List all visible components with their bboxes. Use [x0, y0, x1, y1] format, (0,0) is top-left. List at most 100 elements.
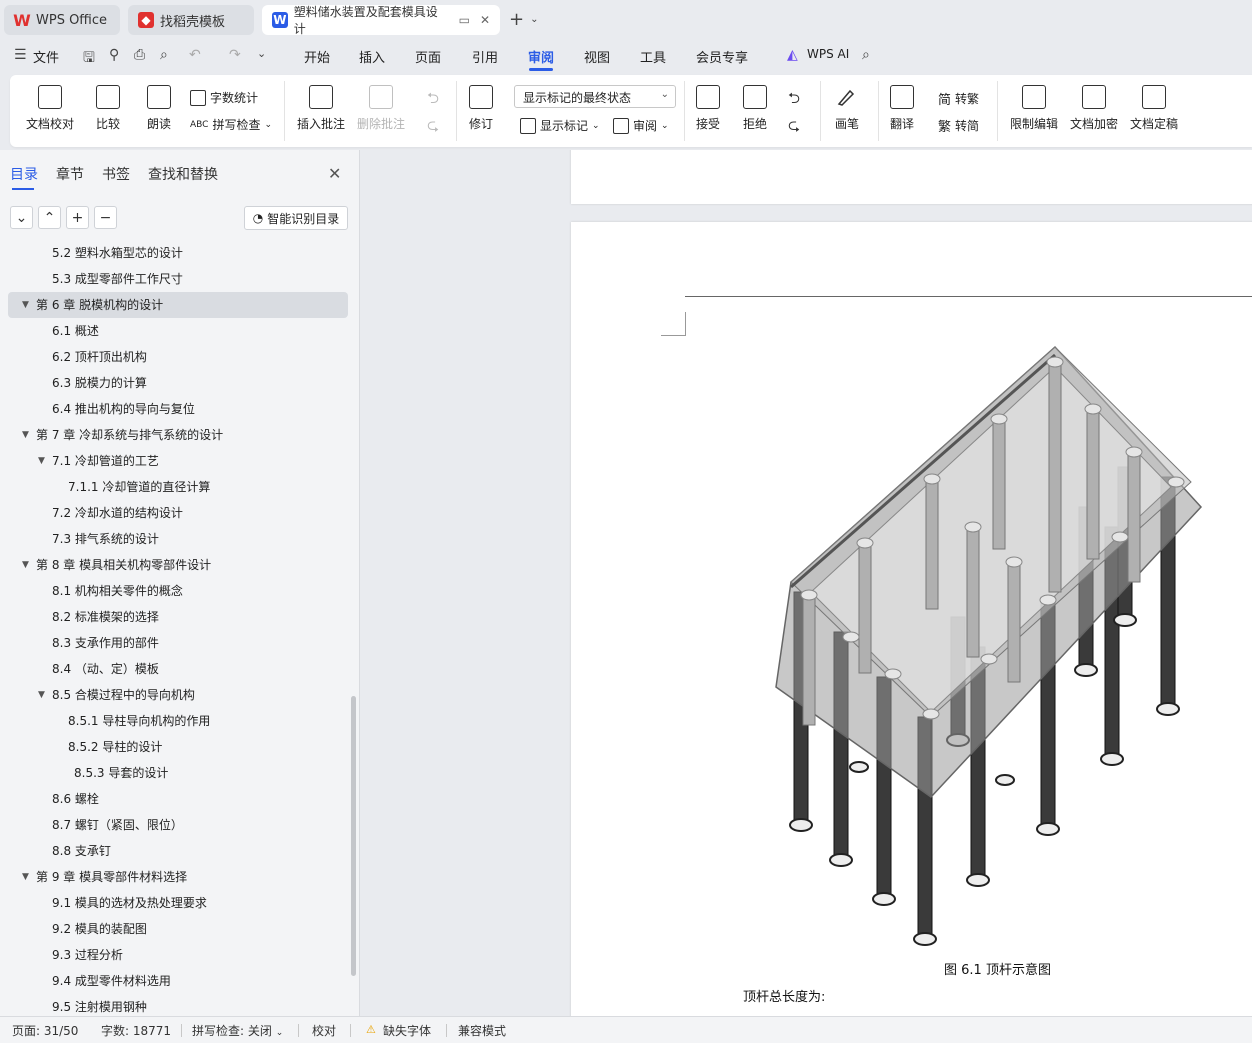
toc-item[interactable]: 8.4 （动、定）模板	[8, 656, 348, 682]
tab-template[interactable]: ◆ 找稻壳模板	[128, 5, 254, 35]
toc-item[interactable]: 6.1 概述	[8, 318, 348, 344]
toc-item[interactable]: 8.6 螺栓	[8, 786, 348, 812]
delete-comment-button[interactable]: 删除批注	[357, 85, 405, 132]
toc-item[interactable]: 8.1 机构相关零件的概念	[8, 578, 348, 604]
tab-wps-office[interactable]: W WPS Office	[4, 5, 120, 35]
hamburger-icon[interactable]: ☰	[14, 47, 27, 63]
nav-tab-chapters[interactable]: 章节	[56, 164, 84, 184]
toc-item[interactable]: ▼ 第 9 章 模具零部件材料选择	[8, 864, 348, 890]
tab-document[interactable]: W 塑料储水装置及配套模具设计 ▭ ✕	[262, 5, 500, 36]
toc-item[interactable]: 8.3 支承作用的部件	[8, 630, 348, 656]
menu-member[interactable]: 会员专享	[696, 47, 748, 66]
page-indicator[interactable]: 页面: 31/50	[12, 1022, 78, 1039]
accept-button[interactable]: 接受	[696, 85, 720, 132]
toc-item[interactable]: 7.2 冷却水道的结构设计	[8, 500, 348, 526]
toc-item[interactable]: 9.4 成型零件材料选用	[8, 968, 348, 994]
new-tab-button[interactable]: + ⌄	[509, 9, 538, 30]
toc-item[interactable]: 8.8 支承钉	[8, 838, 348, 864]
toc-item[interactable]: 8.5.3 导套的设计	[8, 760, 348, 786]
remove-heading-button[interactable]: −	[94, 206, 117, 229]
encrypt-button[interactable]: 文档加密	[1070, 85, 1118, 132]
document-area[interactable]: 图 6.1 顶杆示意图 顶杆总长度为:	[361, 150, 1252, 1016]
toc-item[interactable]: 9.2 模具的装配图	[8, 916, 348, 942]
next-comment-icon[interactable]: ⮎	[427, 115, 439, 140]
redo-icon[interactable]: ↷	[229, 47, 241, 63]
expand-triangle-icon[interactable]: ▼	[22, 422, 29, 448]
menu-file[interactable]: 文件	[33, 47, 59, 66]
previous-comment-icon[interactable]: ⮌	[427, 88, 439, 113]
menu-reference[interactable]: 引用	[472, 47, 498, 66]
toc-item[interactable]: 6.2 顶杆顶出机构	[8, 344, 348, 370]
toc-item[interactable]: ▼ 7.1 冷却管道的工艺	[8, 448, 348, 474]
smart-toc-button[interactable]: ◔ 智能识别目录	[244, 206, 348, 230]
to-simplified-button[interactable]: 繁 转简	[938, 116, 979, 135]
proofread-button[interactable]: 文档校对	[26, 85, 74, 132]
toc-item[interactable]: 6.4 推出机构的导向与复位	[8, 396, 348, 422]
expand-triangle-icon[interactable]: ▼	[22, 864, 29, 890]
proof-status[interactable]: 校对	[312, 1022, 336, 1039]
revise-button[interactable]: 修订	[469, 85, 493, 132]
word-count-button[interactable]: 字数统计	[190, 89, 258, 106]
toc-item[interactable]: ▼ 第 7 章 冷却系统与排气系统的设计	[8, 422, 348, 448]
screen-icon[interactable]: ▭	[459, 13, 470, 27]
expand-triangle-icon[interactable]: ▼	[38, 682, 45, 708]
insert-comment-button[interactable]: 插入批注	[297, 85, 345, 132]
save-icon[interactable]: 🖫	[83, 47, 95, 71]
toc-item[interactable]: 9.3 过程分析	[8, 942, 348, 968]
word-count-indicator[interactable]: 字数: 18771	[101, 1022, 171, 1039]
expand-triangle-icon[interactable]: ▼	[22, 552, 29, 578]
expand-triangle-icon[interactable]: ▼	[22, 292, 29, 318]
toc-item[interactable]: 5.2 塑料水箱型芯的设计	[8, 240, 348, 266]
toc-item[interactable]: ▼ 8.5 合模过程中的导向机构	[8, 682, 348, 708]
toc-item[interactable]: 6.3 脱模力的计算	[8, 370, 348, 396]
toc-item[interactable]: 8.2 标准模架的选择	[8, 604, 348, 630]
nav-tab-bookmarks[interactable]: 书签	[102, 164, 130, 184]
menu-tools[interactable]: 工具	[640, 47, 666, 66]
print-preview-icon[interactable]: ⌕	[160, 47, 168, 63]
toc-item[interactable]: 8.7 螺钉（紧固、限位）	[8, 812, 348, 838]
show-markup-button[interactable]: 显示标记 ⌄	[520, 117, 600, 134]
toc-item[interactable]: ▼ 第 6 章 脱模机构的设计	[8, 292, 348, 318]
read-aloud-button[interactable]: 朗读	[147, 85, 171, 132]
search-icon[interactable]: ⌕	[862, 47, 870, 63]
to-traditional-button[interactable]: 简 转繁	[938, 89, 979, 108]
menu-review[interactable]: 审阅	[528, 47, 554, 66]
share-icon[interactable]: ⚲	[109, 47, 119, 63]
spell-check-button[interactable]: ABC 拼写检查 ⌄	[190, 116, 272, 133]
toc-item[interactable]: 8.5.2 导柱的设计	[8, 734, 348, 760]
add-heading-button[interactable]: +	[66, 206, 89, 229]
expand-triangle-icon[interactable]: ▼	[38, 448, 45, 474]
nav-tab-find-replace[interactable]: 查找和替换	[148, 164, 218, 184]
markup-state-select[interactable]: 显示标记的最终状态 ⌄	[514, 85, 676, 108]
print-icon[interactable]: ⎙	[134, 47, 145, 63]
undo-icon[interactable]: ↶	[189, 47, 201, 63]
toc-item[interactable]: 8.5.1 导柱导向机构的作用	[8, 708, 348, 734]
menu-view[interactable]: 视图	[584, 47, 610, 66]
pen-button[interactable]: 画笔	[835, 85, 859, 132]
nav-scrollbar[interactable]	[351, 696, 356, 976]
compare-button[interactable]: 比较	[96, 85, 120, 132]
menu-wps-ai[interactable]: WPS AI	[807, 47, 849, 61]
missing-font-status[interactable]: 缺失字体	[383, 1022, 431, 1039]
nav-tab-toc[interactable]: 目录	[10, 164, 38, 190]
toc-item[interactable]: 5.3 成型零部件工作尺寸	[8, 266, 348, 292]
page-current[interactable]: 图 6.1 顶杆示意图 顶杆总长度为:	[571, 222, 1252, 1016]
menu-insert[interactable]: 插入	[359, 47, 385, 66]
more-chevron-icon[interactable]: ⌄	[257, 47, 266, 60]
translate-button[interactable]: 翻译	[890, 85, 914, 132]
review-pane-button[interactable]: 审阅 ⌄	[613, 117, 669, 134]
toc-item[interactable]: 9.1 模具的选材及热处理要求	[8, 890, 348, 916]
previous-revision-icon[interactable]: ⮌	[788, 88, 800, 113]
close-tab-icon[interactable]: ✕	[480, 13, 490, 27]
collapse-all-button[interactable]: ⌃	[38, 206, 61, 229]
toc-item[interactable]: 7.3 排气系统的设计	[8, 526, 348, 552]
menu-page[interactable]: 页面	[415, 47, 441, 66]
restrict-edit-button[interactable]: 限制编辑	[1010, 85, 1058, 132]
next-revision-icon[interactable]: ⮎	[788, 115, 800, 140]
reject-button[interactable]: 拒绝	[743, 85, 767, 132]
toc-item[interactable]: 7.1.1 冷却管道的直径计算	[8, 474, 348, 500]
toc-item[interactable]: ▼ 第 8 章 模具相关机构零部件设计	[8, 552, 348, 578]
finalize-button[interactable]: 文档定稿	[1130, 85, 1178, 132]
close-icon[interactable]: ✕	[328, 164, 341, 183]
spell-check-status[interactable]: 拼写检查: 关闭 ⌄	[192, 1022, 283, 1039]
